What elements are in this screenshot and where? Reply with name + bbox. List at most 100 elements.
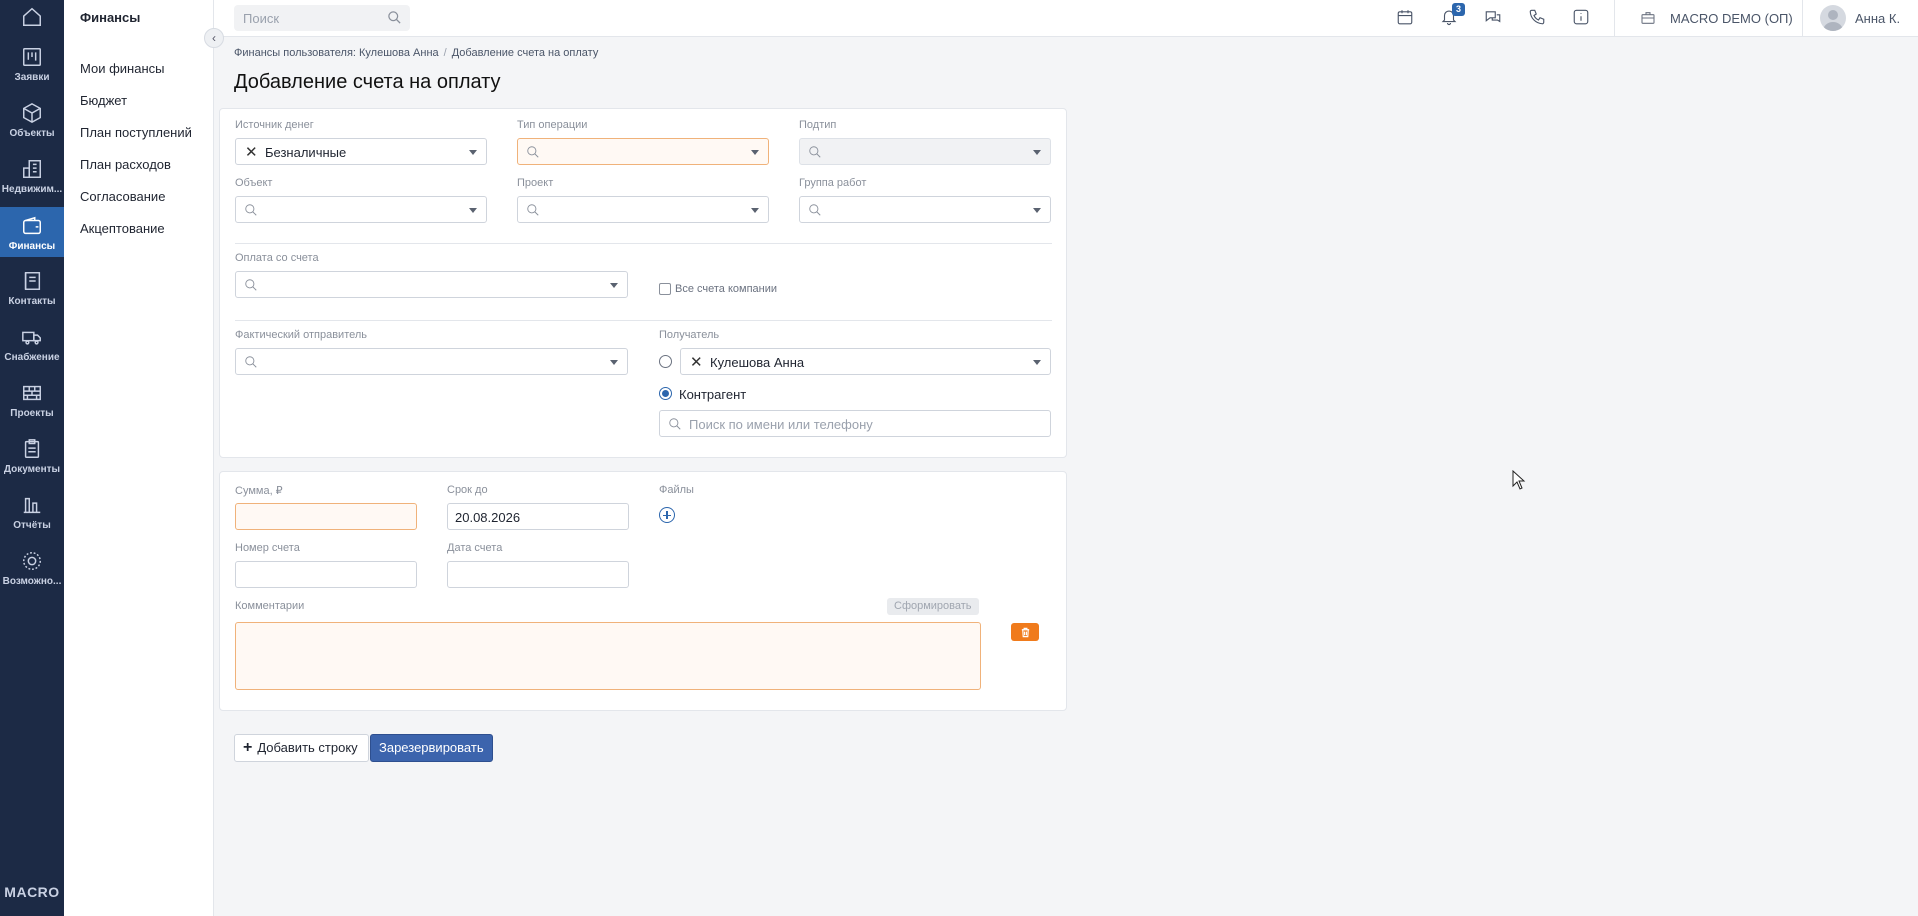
project-select[interactable]	[517, 196, 769, 223]
rail-item-objects[interactable]: Объекты	[0, 102, 64, 156]
phone-icon[interactable]	[1528, 8, 1548, 28]
subnav-item-acceptance[interactable]: Акцептование	[80, 221, 165, 236]
rail-item-requests[interactable]: Заявки	[0, 46, 64, 100]
comments-textarea[interactable]	[235, 622, 981, 690]
add-file-button[interactable]	[659, 507, 675, 523]
recipient-person-radio[interactable]	[659, 355, 672, 368]
chevron-down-icon	[610, 283, 618, 288]
brand-logo: MACRO	[4, 884, 60, 900]
source-value: Безналичные	[265, 145, 347, 160]
rail-item-label: Контакты	[8, 296, 56, 307]
rail-item-label: Финансы	[8, 241, 56, 252]
collapse-sidebar-button[interactable]: ‹	[204, 28, 224, 48]
subnav-item-my-finances[interactable]: Мои финансы	[80, 61, 164, 76]
subtype-select	[799, 138, 1051, 165]
calendar-icon[interactable]	[1396, 8, 1416, 28]
chevron-down-icon	[1033, 360, 1041, 365]
delete-row-button[interactable]	[1011, 623, 1039, 641]
op-type-label: Тип операции	[517, 119, 588, 131]
reserve-button[interactable]: Зарезервировать	[370, 734, 493, 762]
invoice-number-input[interactable]	[235, 561, 417, 588]
subnav-item-approval[interactable]: Согласование	[80, 189, 165, 204]
pay-from-account-select[interactable]	[235, 271, 628, 298]
info-icon[interactable]	[1572, 8, 1592, 28]
generate-button[interactable]: Сформировать	[887, 598, 979, 615]
search-icon	[668, 417, 682, 434]
rail-item-features[interactable]: Возможно...	[0, 550, 64, 604]
payment-details-card: Источник денег ✕ Безналичные Тип операци…	[219, 108, 1067, 458]
rail-item-label: Заявки	[14, 72, 50, 83]
search-icon	[244, 355, 258, 372]
subnav-title: Финансы	[80, 10, 141, 25]
project-label: Проект	[517, 177, 554, 189]
rail-item-realty[interactable]: Недвижим...	[0, 158, 64, 212]
wallet-icon	[23, 216, 41, 235]
invoice-date-label: Дата счета	[447, 542, 503, 554]
search-icon	[244, 203, 258, 220]
notification-count-badge: 3	[1452, 3, 1465, 16]
user-menu[interactable]: Анна К.	[1855, 11, 1900, 26]
sender-select[interactable]	[235, 348, 628, 375]
clipboard-icon	[24, 439, 40, 458]
rail-item-supply[interactable]: Снабжение	[0, 326, 64, 380]
source-select[interactable]: ✕ Безналичные	[235, 138, 487, 165]
subnav-item-budget[interactable]: Бюджет	[80, 93, 127, 108]
search-icon	[244, 278, 258, 295]
gear-circle-icon	[23, 552, 41, 570]
divider	[1802, 0, 1803, 37]
subnav-item-expense-plan[interactable]: План расходов	[80, 157, 171, 172]
app-rail: Заявки Объекты Недвижим... Финансы Конта…	[0, 0, 64, 916]
mouse-cursor-icon	[1512, 469, 1526, 493]
clear-x-icon[interactable]: ✕	[690, 353, 703, 371]
rail-item-label: Снабжение	[4, 352, 60, 363]
recipient-person-value: Кулешова Анна	[710, 355, 805, 370]
chevron-down-icon	[751, 150, 759, 155]
search-icon	[808, 145, 822, 162]
pay-from-label: Оплата со счета	[235, 252, 319, 264]
rail-item-contacts[interactable]: Контакты	[0, 270, 64, 324]
rail-item-finance[interactable]: Финансы	[0, 207, 64, 257]
finance-subnav: Финансы Мои финансы Бюджет План поступле…	[64, 0, 214, 916]
chevron-left-icon: ‹	[212, 31, 216, 45]
op-type-select[interactable]	[517, 138, 769, 165]
counterparty-search-input[interactable]: Поиск по имени или телефону	[659, 410, 1051, 437]
counterparty-placeholder: Поиск по имени или телефону	[689, 417, 873, 432]
company-switcher[interactable]: MACRO DEMO (ОП)	[1670, 11, 1793, 26]
divider	[235, 243, 1052, 244]
recipient-person-select[interactable]: ✕ Кулешова Анна	[680, 348, 1051, 375]
object-select[interactable]	[235, 196, 487, 223]
rail-item-label: Проекты	[10, 408, 54, 419]
trash-icon	[1021, 627, 1029, 637]
clear-x-icon[interactable]: ✕	[245, 143, 258, 161]
due-date-input[interactable]: 20.08.2026	[447, 503, 629, 530]
invoice-number-label: Номер счета	[235, 542, 300, 554]
breadcrumb: Финансы пользователя: Кулешова Анна / Доба…	[234, 47, 598, 59]
briefcase-icon	[1640, 10, 1656, 29]
rail-item-label: Недвижим...	[1, 184, 63, 195]
contacts-book-icon	[24, 272, 41, 290]
breadcrumb-parent-link[interactable]: Финансы пользователя: Кулешова Анна	[234, 47, 439, 59]
divider	[235, 320, 1052, 321]
subnav-item-income-plan[interactable]: План поступлений	[80, 125, 192, 140]
notifications-bell-icon[interactable]: 3	[1440, 3, 1465, 28]
invoice-date-input[interactable]	[447, 561, 629, 588]
chat-bubbles-icon[interactable]	[1484, 8, 1504, 28]
rail-item-reports[interactable]: Отчёты	[0, 494, 64, 548]
counterparty-radio[interactable]	[659, 387, 672, 400]
due-label: Срок до	[447, 484, 488, 496]
sum-input[interactable]	[235, 503, 417, 530]
workgroup-select[interactable]	[799, 196, 1051, 223]
sum-label: Сумма, ₽	[235, 485, 283, 497]
rail-item-projects[interactable]: Проекты	[0, 382, 64, 436]
avatar[interactable]	[1820, 5, 1846, 31]
rail-item-documents[interactable]: Документы	[0, 438, 64, 492]
all-accounts-checkbox[interactable]	[659, 283, 671, 295]
recipient-label: Получатель	[659, 329, 720, 341]
chevron-down-icon	[751, 208, 759, 213]
cube-icon	[23, 102, 41, 124]
add-row-button[interactable]: + Добавить строку	[234, 734, 369, 762]
plus-icon: +	[243, 739, 253, 756]
invoice-card: Сумма, ₽ Срок до 20.08.2026 Файлы Номер …	[219, 471, 1067, 711]
search-icon	[387, 10, 402, 28]
global-search-input[interactable]: Поиск	[234, 5, 410, 31]
